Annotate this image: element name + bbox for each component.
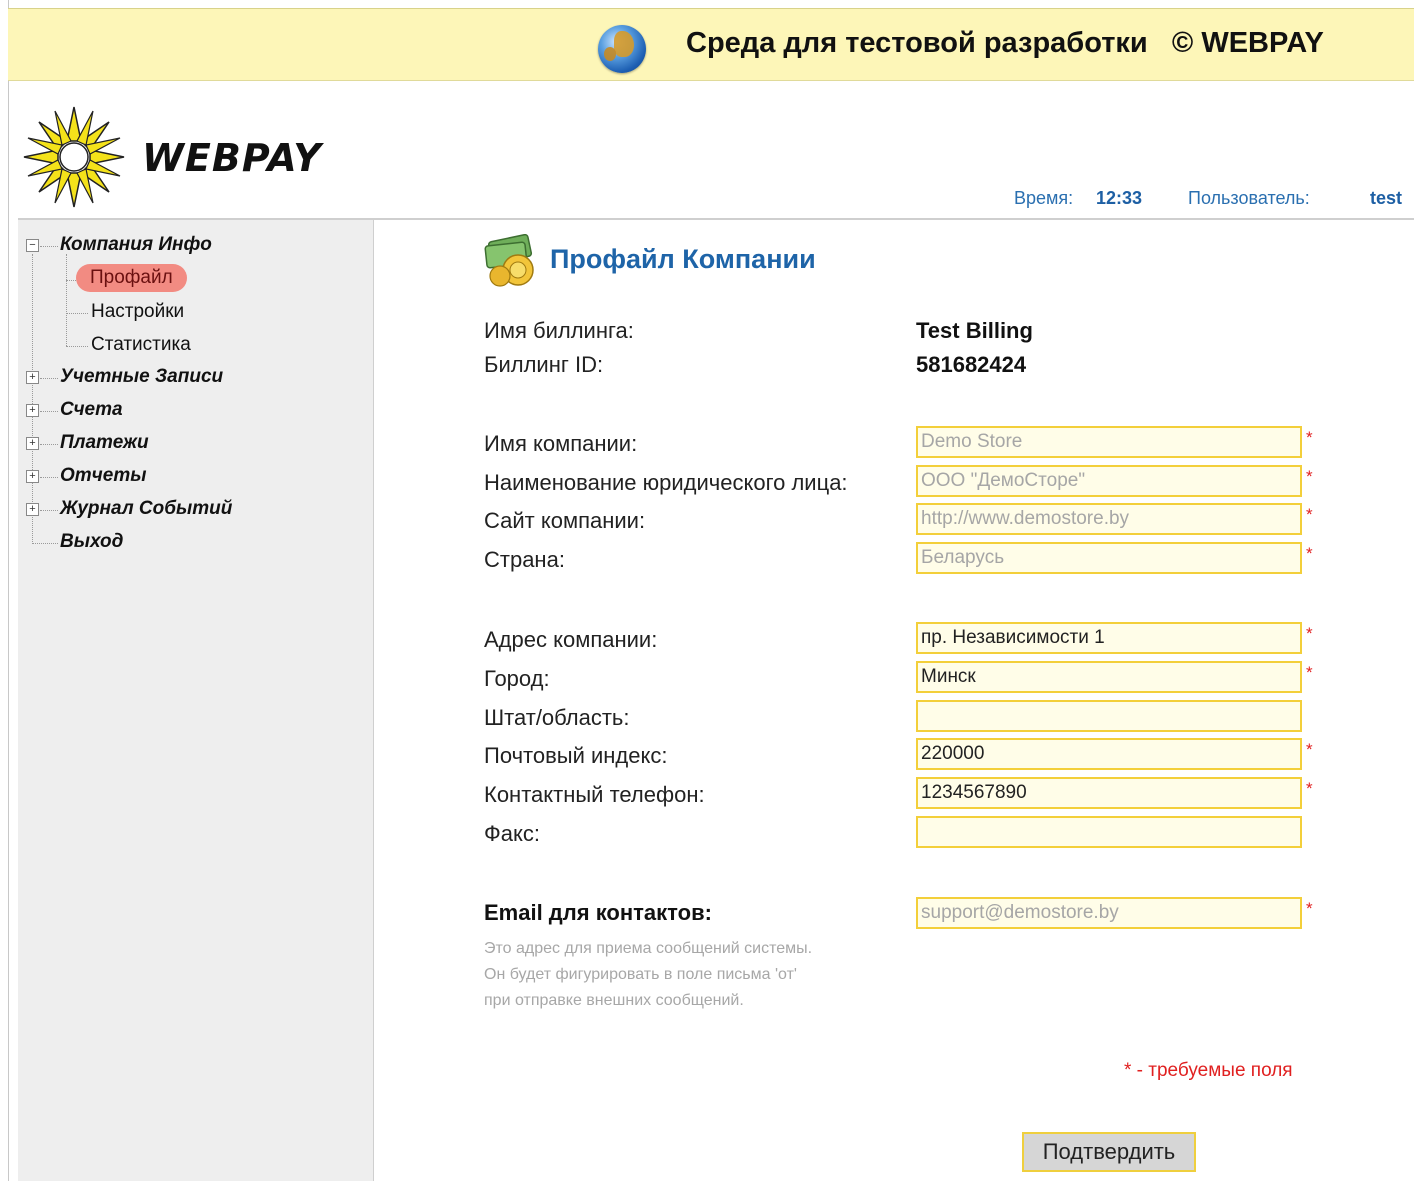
phone-label: Контактный телефон: bbox=[484, 782, 705, 807]
company-name-label: Имя компании: bbox=[484, 431, 638, 456]
phone-input[interactable] bbox=[916, 777, 1302, 809]
company-money-icon bbox=[484, 234, 534, 287]
sidebar-item-statistics[interactable]: Статистика bbox=[91, 334, 191, 356]
required-marker: * bbox=[1306, 624, 1313, 643]
email-help-line: Это адрес для приема сообщений системы. bbox=[484, 940, 813, 957]
expand-toggle-icon[interactable]: + bbox=[26, 371, 39, 384]
required-marker: * bbox=[1306, 779, 1313, 798]
sidebar-group-accounts[interactable]: Учетные Записи bbox=[60, 366, 223, 388]
email-help-line: Он будет фигурировать в поле письма 'от' bbox=[484, 966, 797, 983]
required-marker: * bbox=[1306, 467, 1313, 486]
email-help-text: Это адрес для приема сообщений системы. … bbox=[484, 936, 812, 1014]
required-marker: * bbox=[1306, 899, 1313, 918]
required-fields-note: * - требуемые поля bbox=[1124, 1060, 1293, 1081]
sidebar-group-payments[interactable]: Платежи bbox=[60, 432, 149, 454]
zip-input[interactable] bbox=[916, 738, 1302, 770]
billing-id-value: 581682424 bbox=[916, 352, 1027, 377]
page-title: Профайл Компании bbox=[550, 244, 816, 274]
tree-connector bbox=[40, 411, 58, 412]
company-name-input[interactable] bbox=[916, 426, 1302, 458]
sidebar bbox=[18, 220, 374, 1181]
banner-title: Среда для тестовой разработки © WEBPAY bbox=[686, 27, 1324, 59]
required-marker: * bbox=[1306, 428, 1313, 447]
email-help-line: при отправке внешних сообщений. bbox=[484, 992, 744, 1009]
billing-name-value: Test Billing bbox=[916, 318, 1033, 343]
sidebar-item-label: Профайл bbox=[90, 267, 173, 288]
tree-connector bbox=[40, 444, 58, 445]
country-label: Страна: bbox=[484, 547, 565, 572]
expand-toggle-icon[interactable]: + bbox=[26, 437, 39, 450]
sidebar-item-profile[interactable]: Профайл bbox=[76, 264, 187, 292]
user-label: Пользователь: bbox=[1188, 188, 1310, 208]
tree-connector bbox=[40, 477, 58, 478]
billing-name-label: Имя биллинга: bbox=[484, 318, 634, 343]
environment-banner: Среда для тестовой разработки © WEBPAY bbox=[8, 8, 1414, 81]
address-input[interactable] bbox=[916, 622, 1302, 654]
email-input[interactable] bbox=[916, 897, 1302, 929]
time-value: 12:33 bbox=[1096, 188, 1143, 208]
city-label: Город: bbox=[484, 666, 550, 691]
fax-input[interactable] bbox=[916, 816, 1302, 848]
fax-label: Факс: bbox=[484, 821, 540, 846]
sidebar-group-invoices[interactable]: Счета bbox=[60, 399, 123, 421]
legal-name-label: Наименование юридического лица: bbox=[484, 470, 848, 495]
zip-label: Почтовый индекс: bbox=[484, 743, 668, 768]
legal-name-input[interactable] bbox=[916, 465, 1302, 497]
country-input[interactable] bbox=[916, 542, 1302, 574]
required-marker: * bbox=[1306, 663, 1313, 682]
state-input[interactable] bbox=[916, 700, 1302, 732]
sidebar-group-reports[interactable]: Отчеты bbox=[60, 465, 146, 487]
tree-guide bbox=[66, 254, 67, 346]
submit-button[interactable]: Подтвердить bbox=[1022, 1132, 1196, 1172]
tree-connector bbox=[66, 313, 88, 314]
globe-icon bbox=[598, 25, 646, 73]
brand-wordmark: WEBPAY bbox=[142, 136, 322, 180]
webpay-sun-logo-icon bbox=[23, 106, 125, 208]
user-value: test bbox=[1370, 188, 1403, 208]
sidebar-item-logout[interactable]: Выход bbox=[60, 531, 123, 553]
expand-toggle-icon[interactable]: + bbox=[26, 470, 39, 483]
tree-connector bbox=[66, 346, 88, 347]
billing-id-label: Биллинг ID: bbox=[484, 352, 604, 377]
website-input[interactable] bbox=[916, 503, 1302, 535]
sidebar-item-settings[interactable]: Настройки bbox=[91, 301, 184, 323]
tree-connector bbox=[40, 246, 58, 247]
required-marker: * bbox=[1306, 544, 1313, 563]
expand-toggle-icon[interactable]: + bbox=[26, 404, 39, 417]
expand-toggle-icon[interactable]: + bbox=[26, 503, 39, 516]
required-marker: * bbox=[1306, 740, 1313, 759]
state-label: Штат/область: bbox=[484, 705, 630, 730]
city-input[interactable] bbox=[916, 661, 1302, 693]
tree-connector bbox=[32, 543, 58, 544]
sidebar-group-company-info[interactable]: Компания Инфо bbox=[60, 234, 212, 256]
sidebar-group-event-log[interactable]: Журнал Событий bbox=[60, 498, 232, 520]
tree-connector bbox=[40, 378, 58, 379]
required-marker: * bbox=[1306, 505, 1313, 524]
tree-connector bbox=[40, 510, 58, 511]
website-label: Сайт компании: bbox=[484, 508, 646, 533]
email-label: Email для контактов: bbox=[484, 900, 712, 925]
collapse-toggle-icon[interactable]: − bbox=[26, 239, 39, 252]
tree-guide bbox=[32, 254, 33, 544]
time-label: Время: bbox=[1014, 188, 1074, 208]
address-label: Адрес компании: bbox=[484, 627, 658, 652]
